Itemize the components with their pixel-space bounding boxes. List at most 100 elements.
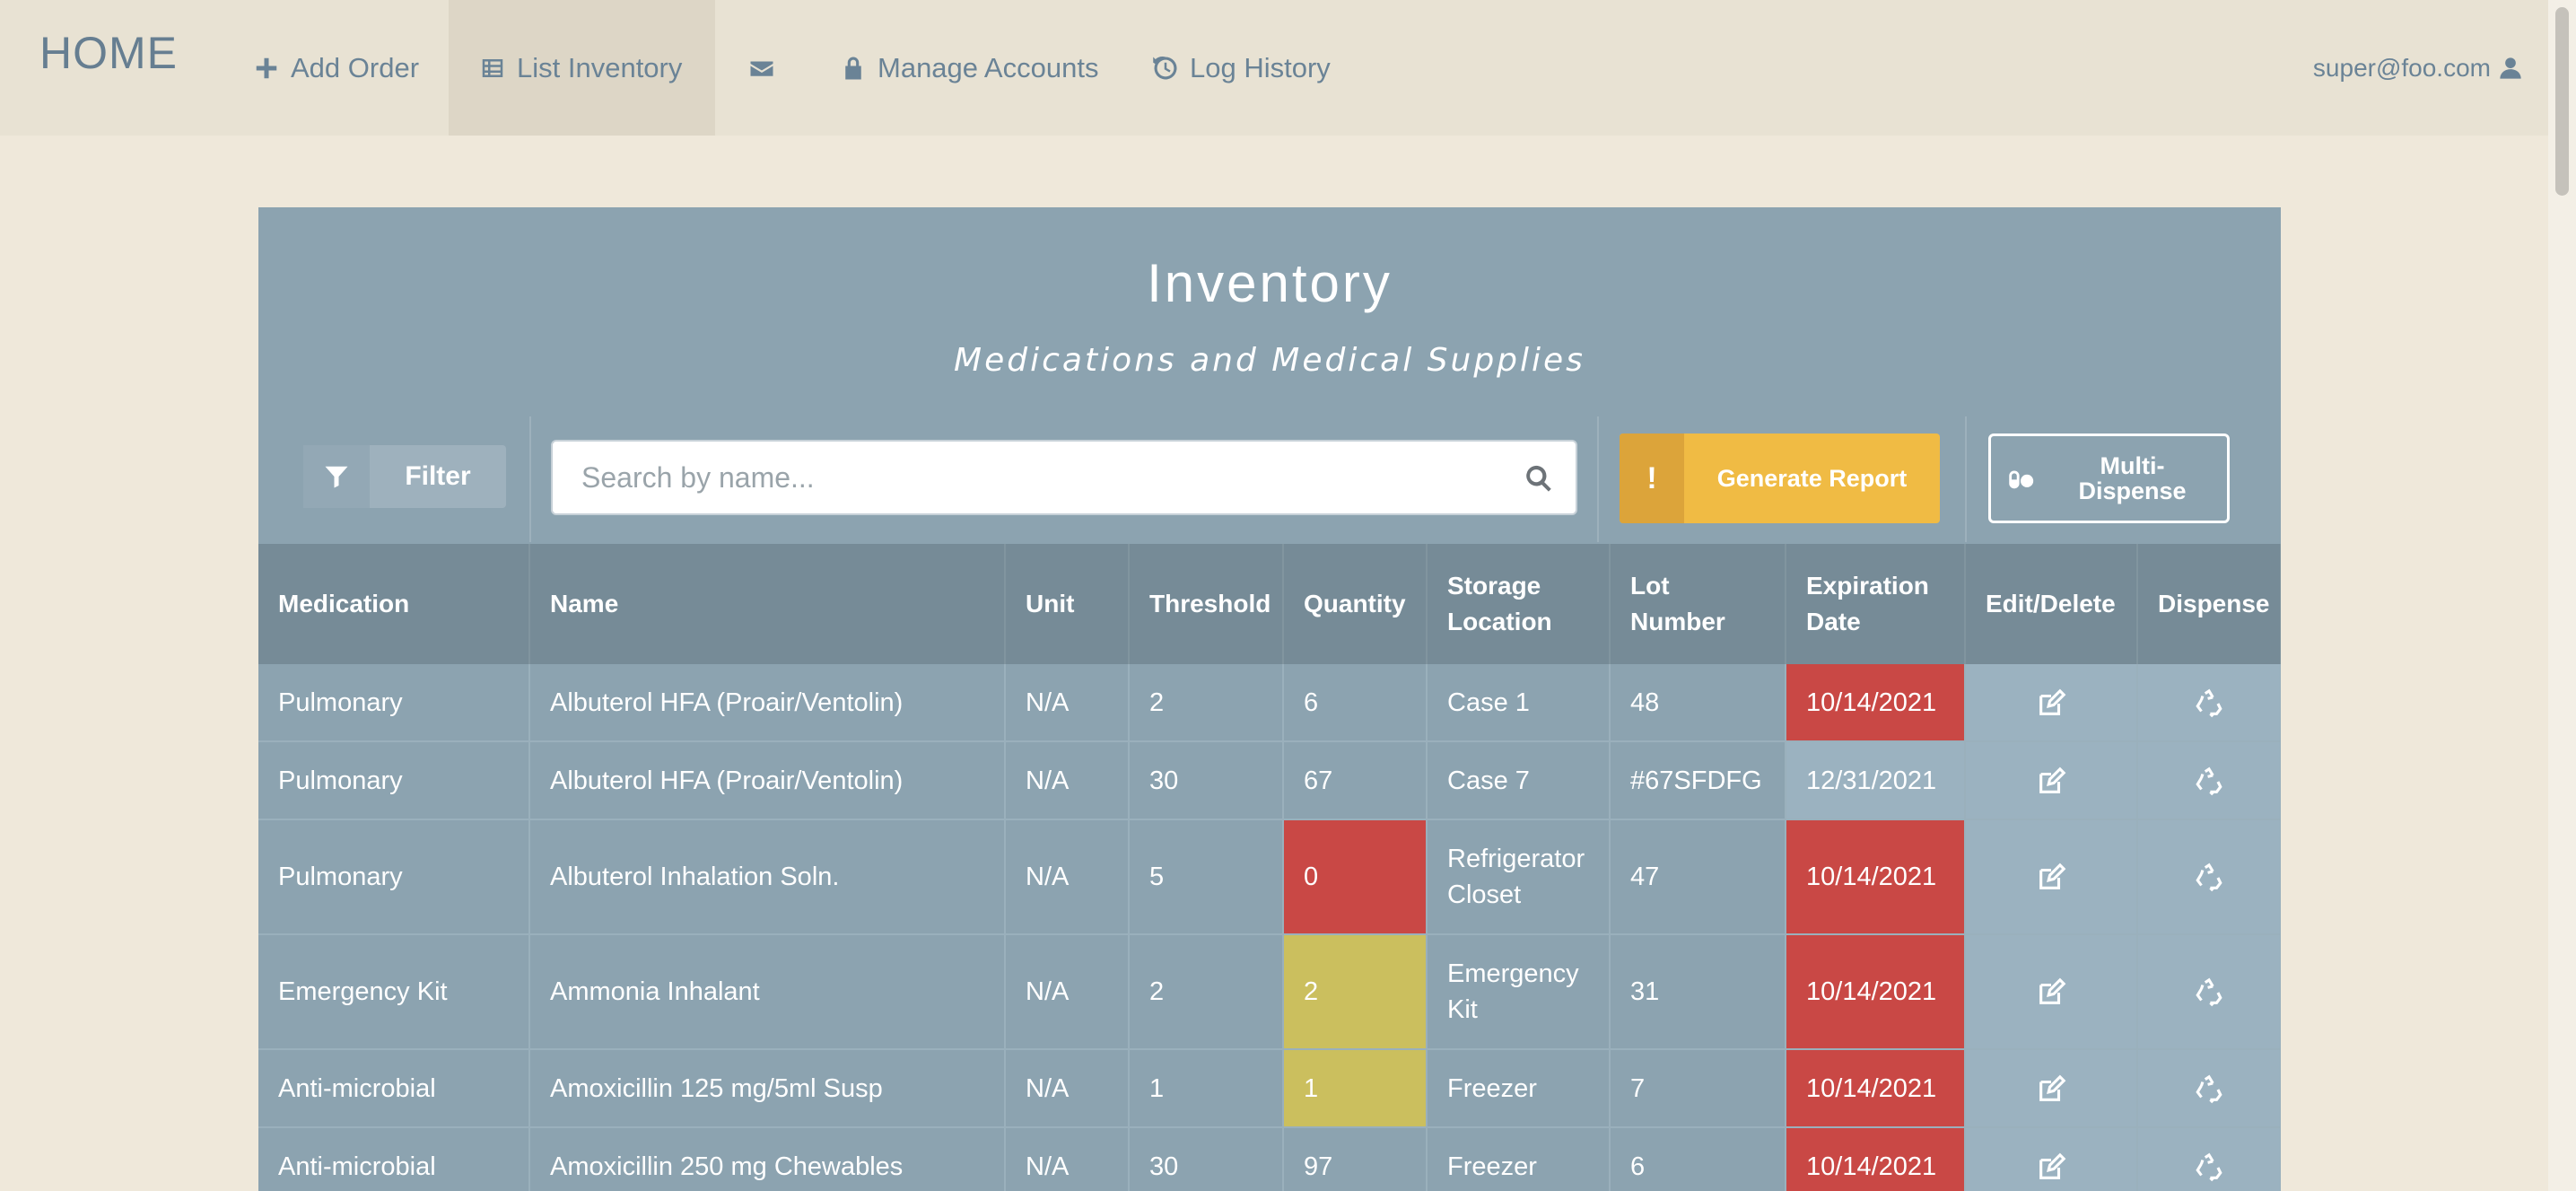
cell-threshold: 2 [1129, 934, 1284, 1050]
edit-icon[interactable] [2036, 1074, 2066, 1105]
toolbar-divider [1965, 416, 1967, 542]
col-storage-location[interactable]: Storage Location [1427, 544, 1611, 664]
col-lot-number[interactable]: Lot Number [1610, 544, 1786, 664]
cell-expiration: 10/14/2021 [1786, 1127, 1966, 1191]
recycle-icon[interactable] [2194, 863, 2224, 893]
user-menu[interactable]: super@foo.com [2313, 0, 2523, 136]
cell-quantity: 2 [1283, 934, 1428, 1050]
user-icon [2500, 57, 2521, 79]
inventory-panel: Inventory Medications and Medical Suppli… [258, 207, 2281, 1191]
lock-icon [845, 57, 861, 79]
toolbar-divider [1597, 416, 1599, 542]
col-medication[interactable]: Medication [258, 544, 530, 664]
pills-icon [2009, 470, 2034, 489]
edit-cell [1965, 741, 2138, 820]
multi-dispense-button[interactable]: Multi-Dispense [1988, 433, 2230, 523]
edit-icon[interactable] [2036, 766, 2066, 797]
cell-quantity: 1 [1283, 1049, 1428, 1128]
page-scrollbar[interactable] [2548, 0, 2576, 1191]
col-edit-delete: Edit/Delete [1965, 544, 2138, 664]
nav-messages[interactable] [718, 0, 806, 136]
home-link[interactable]: HOME [39, 27, 178, 79]
nav-log-history-label: Log History [1190, 51, 1331, 83]
table-row: Pulmonary Albuterol Inhalation Soln. N/A… [258, 819, 2281, 935]
edit-icon[interactable] [2036, 977, 2066, 1008]
col-quantity[interactable]: Quantity [1283, 544, 1428, 664]
recycle-icon[interactable] [2194, 1074, 2224, 1105]
search-input[interactable] [553, 442, 1543, 513]
recycle-icon[interactable] [2194, 977, 2224, 1008]
cell-name: Amoxicillin 250 mg Chewables [529, 1127, 1006, 1191]
cell-quantity: 67 [1283, 741, 1428, 820]
table-row: Anti-microbial Amoxicillin 125 mg/5ml Su… [258, 1049, 2281, 1128]
cell-expiration: 10/14/2021 [1786, 819, 1966, 935]
cell-location: Case 7 [1427, 741, 1611, 820]
edit-cell [1965, 664, 2138, 742]
cell-name: Amoxicillin 125 mg/5ml Susp [529, 1049, 1006, 1128]
cell-name: Albuterol HFA (Proair/Ventolin) [529, 741, 1006, 820]
cell-expiration: 12/31/2021 [1786, 741, 1966, 820]
recycle-icon[interactable] [2194, 1152, 2224, 1183]
user-email: super@foo.com [2312, 53, 2491, 82]
generate-report-button[interactable]: ! Generate Report [1620, 433, 1940, 523]
envelope-icon [750, 61, 773, 76]
table-row: Anti-microbial Amoxicillin 250 mg Chewab… [258, 1127, 2281, 1191]
table-row: Pulmonary Albuterol HFA (Proair/Ventolin… [258, 741, 2281, 820]
cell-name: Albuterol HFA (Proair/Ventolin) [529, 664, 1006, 742]
edit-icon[interactable] [2036, 863, 2066, 893]
cell-threshold: 30 [1129, 741, 1284, 820]
inventory-table: Medication Name Unit Threshold Quantity … [258, 544, 2281, 1191]
edit-cell [1965, 1049, 2138, 1128]
page-subtitle: Medications and Medical Supplies [954, 342, 1585, 379]
cell-threshold: 1 [1129, 1049, 1284, 1128]
table-row: Emergency Kit Ammonia Inhalant N/A 2 2 E… [258, 934, 2281, 1050]
plus-icon [256, 57, 277, 78]
recycle-icon[interactable] [2194, 766, 2224, 797]
search-icon[interactable] [1524, 463, 1554, 494]
nav-list-inventory[interactable]: List Inventory [449, 0, 715, 136]
dispense-cell [2137, 1049, 2281, 1128]
nav-add-order-label: Add Order [291, 51, 420, 83]
cell-expiration: 10/14/2021 [1786, 664, 1966, 742]
edit-icon[interactable] [2036, 1152, 2066, 1183]
cell-medication: Anti-microbial [258, 1127, 530, 1191]
cell-unit: N/A [1005, 934, 1130, 1050]
cell-location: Case 1 [1427, 664, 1611, 742]
cell-lot: 48 [1610, 664, 1786, 742]
cell-medication: Pulmonary [258, 819, 530, 935]
multi-dispense-label: Multi-Dispense [2078, 452, 2187, 504]
cell-threshold: 30 [1129, 1127, 1284, 1191]
cell-location: Freezer [1427, 1049, 1611, 1128]
cell-lot: 31 [1610, 934, 1786, 1050]
table-header-row: Medication Name Unit Threshold Quantity … [258, 544, 2281, 664]
cell-lot: #67SFDFG [1610, 741, 1786, 820]
dispense-cell [2137, 934, 2281, 1050]
edit-cell [1965, 819, 2138, 935]
cell-location: Refrigerator Closet [1427, 819, 1611, 935]
nav-manage-accounts-label: Manage Accounts [878, 51, 1099, 83]
history-icon [1153, 56, 1177, 79]
col-unit[interactable]: Unit [1005, 544, 1130, 664]
dispense-cell [2137, 664, 2281, 742]
nav-add-order[interactable]: Add Order [223, 0, 450, 136]
nav-log-history[interactable]: Log History [1122, 0, 1361, 136]
nav-list-inventory-label: List Inventory [517, 51, 683, 83]
cell-expiration: 10/14/2021 [1786, 1049, 1966, 1128]
col-name[interactable]: Name [529, 544, 1006, 664]
cell-medication: Anti-microbial [258, 1049, 530, 1128]
edit-cell [1965, 934, 2138, 1050]
nav-manage-accounts[interactable]: Manage Accounts [809, 0, 1129, 136]
top-navbar: HOME Add Order List Inventory Manage Acc… [0, 0, 2548, 136]
cell-unit: N/A [1005, 664, 1130, 742]
dispense-cell [2137, 741, 2281, 820]
col-expiration-date[interactable]: Expiration Date [1786, 544, 1966, 664]
filter-button[interactable]: Filter [303, 445, 506, 508]
dispense-cell [2137, 1127, 2281, 1191]
cell-expiration: 10/14/2021 [1786, 934, 1966, 1050]
cell-threshold: 5 [1129, 819, 1284, 935]
scrollbar-thumb[interactable] [2555, 7, 2569, 196]
cell-medication: Pulmonary [258, 664, 530, 742]
col-threshold[interactable]: Threshold [1129, 544, 1284, 664]
recycle-icon[interactable] [2194, 688, 2224, 719]
edit-icon[interactable] [2036, 688, 2066, 719]
